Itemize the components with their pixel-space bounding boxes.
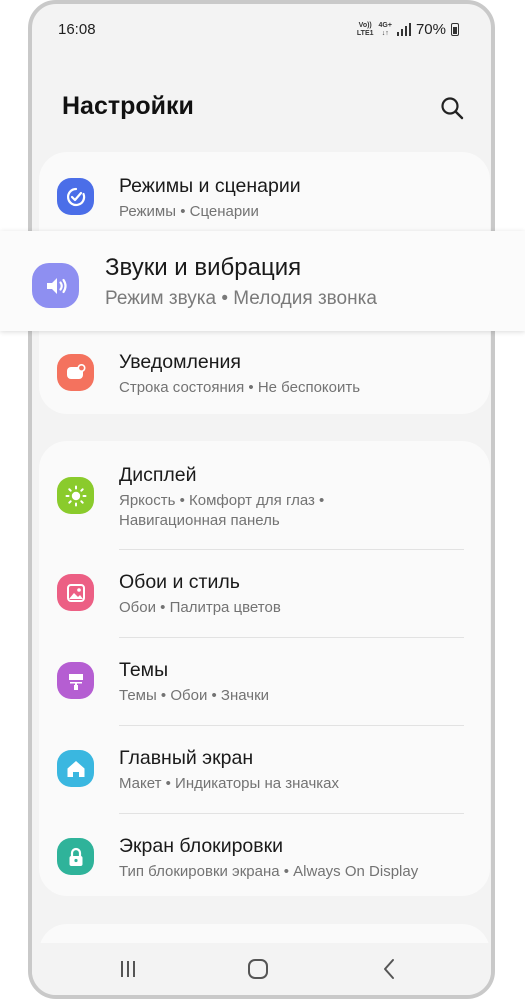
item-subtitle: Режимы • Сценарии xyxy=(119,203,259,220)
settings-item-lock-screen[interactable]: Экран блокировки Тип блокировки экрана •… xyxy=(39,814,490,896)
item-title: Звуки и вибрация xyxy=(105,254,302,281)
status-bar: 16:08 Vo)) LTE1 4G+ ↓↑ 70% xyxy=(58,21,459,43)
item-subtitle: Строка состояния • Не беспокоить xyxy=(119,379,361,396)
item-subtitle-line1: Яркость • Комфорт для глаз • xyxy=(119,492,325,509)
wallpaper-icon xyxy=(57,574,94,611)
item-subtitle: Темы • Обои • Значки xyxy=(119,687,270,704)
item-title: Режимы и сценарии xyxy=(119,175,301,197)
themes-icon xyxy=(57,662,94,699)
home-button-icon xyxy=(248,959,268,979)
settings-item-themes[interactable]: Темы Темы • Обои • Значки xyxy=(39,638,490,725)
volte-indicator: Vo)) LTE1 xyxy=(356,21,374,37)
network-type-indicator: 4G+ ↓↑ xyxy=(378,21,392,37)
brightness-icon xyxy=(57,477,94,514)
back-button[interactable] xyxy=(376,955,404,983)
page-title: Настройки xyxy=(62,92,194,120)
item-title: Экран блокировки xyxy=(119,835,284,857)
search-icon xyxy=(441,97,464,120)
item-title: Обои и стиль xyxy=(119,571,240,593)
recent-apps-button[interactable] xyxy=(114,955,142,983)
signal-icon xyxy=(396,23,411,36)
status-time: 16:08 xyxy=(58,21,96,38)
item-subtitle: Обои • Палитра цветов xyxy=(119,599,281,616)
volume-icon xyxy=(32,263,79,308)
notifications-icon xyxy=(57,354,94,391)
phone-frame: 16:08 Vo)) LTE1 4G+ ↓↑ 70% Настройки Реж… xyxy=(28,0,495,999)
search-button[interactable] xyxy=(438,94,466,122)
recent-apps-icon xyxy=(121,961,135,977)
settings-item-wallpaper[interactable]: Обои и стиль Обои • Палитра цветов xyxy=(39,550,490,637)
settings-group-2: Дисплей Яркость • Комфорт для глаз • Нав… xyxy=(39,441,490,896)
status-icons: Vo)) LTE1 4G+ ↓↑ 70% xyxy=(357,21,459,38)
modes-icon xyxy=(57,178,94,215)
battery-percent: 70% xyxy=(415,21,446,38)
settings-item-notifications[interactable]: Уведомления Строка состояния • Не беспок… xyxy=(39,332,490,414)
item-title: Темы xyxy=(119,659,169,681)
settings-item-home-screen[interactable]: Главный экран Макет • Индикаторы на знач… xyxy=(39,726,490,813)
item-subtitle: Режим звука • Мелодия звонка xyxy=(105,288,377,309)
settings-item-modes[interactable]: Режимы и сценарии Режимы • Сценарии xyxy=(39,152,490,232)
lock-icon xyxy=(57,838,94,875)
home-button[interactable] xyxy=(244,955,272,983)
item-title: Главный экран xyxy=(119,747,254,769)
item-subtitle: Тип блокировки экрана • Always On Displa… xyxy=(119,863,419,880)
back-icon xyxy=(384,959,394,979)
home-icon xyxy=(57,750,94,787)
item-title: Дисплей xyxy=(119,464,197,486)
settings-item-display[interactable]: Дисплей Яркость • Комфорт для глаз • Нав… xyxy=(39,441,490,549)
navigation-bar xyxy=(32,943,491,995)
item-subtitle-line2: Навигационная панель xyxy=(119,512,280,529)
item-subtitle: Макет • Индикаторы на значках xyxy=(119,775,339,792)
battery-icon xyxy=(451,23,459,36)
item-title: Уведомления xyxy=(119,351,241,373)
